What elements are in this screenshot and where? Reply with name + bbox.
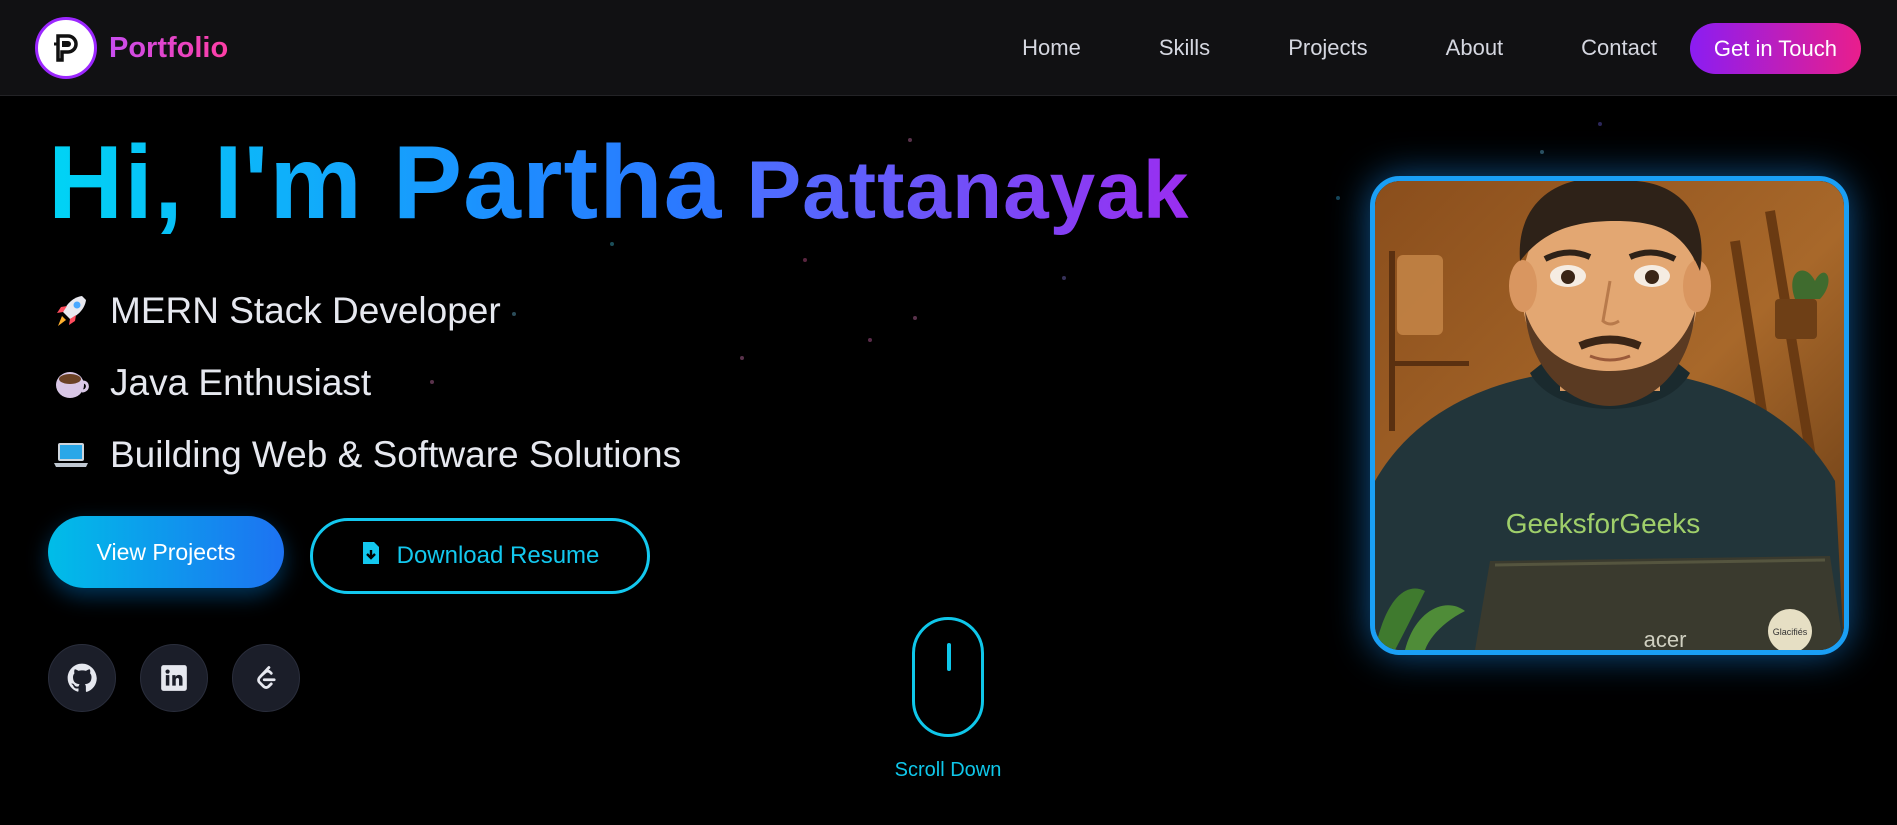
view-projects-button[interactable]: View Projects — [48, 516, 284, 588]
hero-title: Hi, I'm Partha Pattanayak — [48, 124, 1190, 243]
role-item: Building Web & Software Solutions — [52, 419, 681, 491]
linkedin-icon — [161, 665, 187, 691]
github-icon — [67, 663, 97, 692]
nav-links: Home Skills Projects About Contact — [1022, 0, 1657, 96]
scroll-down-label: Scroll Down — [894, 759, 1002, 781]
hero-surname: Pattanayak — [746, 145, 1190, 236]
top-navbar: Portfolio Home Skills Projects About Con… — [0, 0, 1897, 96]
download-resume-button[interactable]: Download Resume — [310, 518, 650, 594]
coffee-cup-icon — [52, 364, 90, 402]
social-links — [48, 644, 300, 712]
download-resume-label: Download Resume — [396, 542, 600, 569]
nav-link-about[interactable]: About — [1446, 35, 1504, 61]
rocket-icon — [52, 292, 90, 330]
role-item: MERN Stack Developer — [52, 275, 681, 347]
shirt-text: GeeksforGeeks — [1506, 508, 1701, 539]
role-item: Java Enthusiast — [52, 347, 681, 419]
role-text: MERN Stack Developer — [110, 290, 501, 331]
laptop-icon — [52, 436, 90, 474]
leetcode-icon — [257, 666, 276, 689]
laptop-brand: acer — [1644, 627, 1687, 650]
profile-avatar: GeeksforGeeks acer Glacifiés — [1370, 176, 1849, 655]
role-text: Java Enthusiast — [110, 362, 372, 403]
role-list: MERN Stack Developer Java Enthusiast Bui… — [52, 275, 681, 491]
github-link[interactable] — [48, 644, 116, 712]
hero-greeting: Hi, I'm Partha — [48, 125, 723, 241]
brand[interactable]: Portfolio — [35, 17, 228, 79]
logo-icon — [35, 17, 97, 79]
nav-link-home[interactable]: Home — [1022, 35, 1081, 61]
nav-link-skills[interactable]: Skills — [1159, 35, 1210, 61]
linkedin-link[interactable] — [140, 644, 208, 712]
sticker-text: Glacifiés — [1773, 627, 1808, 637]
mouse-icon — [912, 617, 984, 737]
get-in-touch-button[interactable]: Get in Touch — [1689, 23, 1861, 74]
brand-name: Portfolio — [109, 31, 229, 64]
nav-link-contact[interactable]: Contact — [1581, 35, 1657, 61]
mouse-wheel — [947, 643, 951, 671]
nav-link-projects[interactable]: Projects — [1288, 35, 1367, 61]
leetcode-link[interactable] — [232, 644, 300, 712]
file-download-icon — [361, 541, 381, 572]
role-text: Building Web & Software Solutions — [110, 434, 682, 475]
scroll-indicator[interactable]: Scroll Down — [893, 617, 1003, 782]
